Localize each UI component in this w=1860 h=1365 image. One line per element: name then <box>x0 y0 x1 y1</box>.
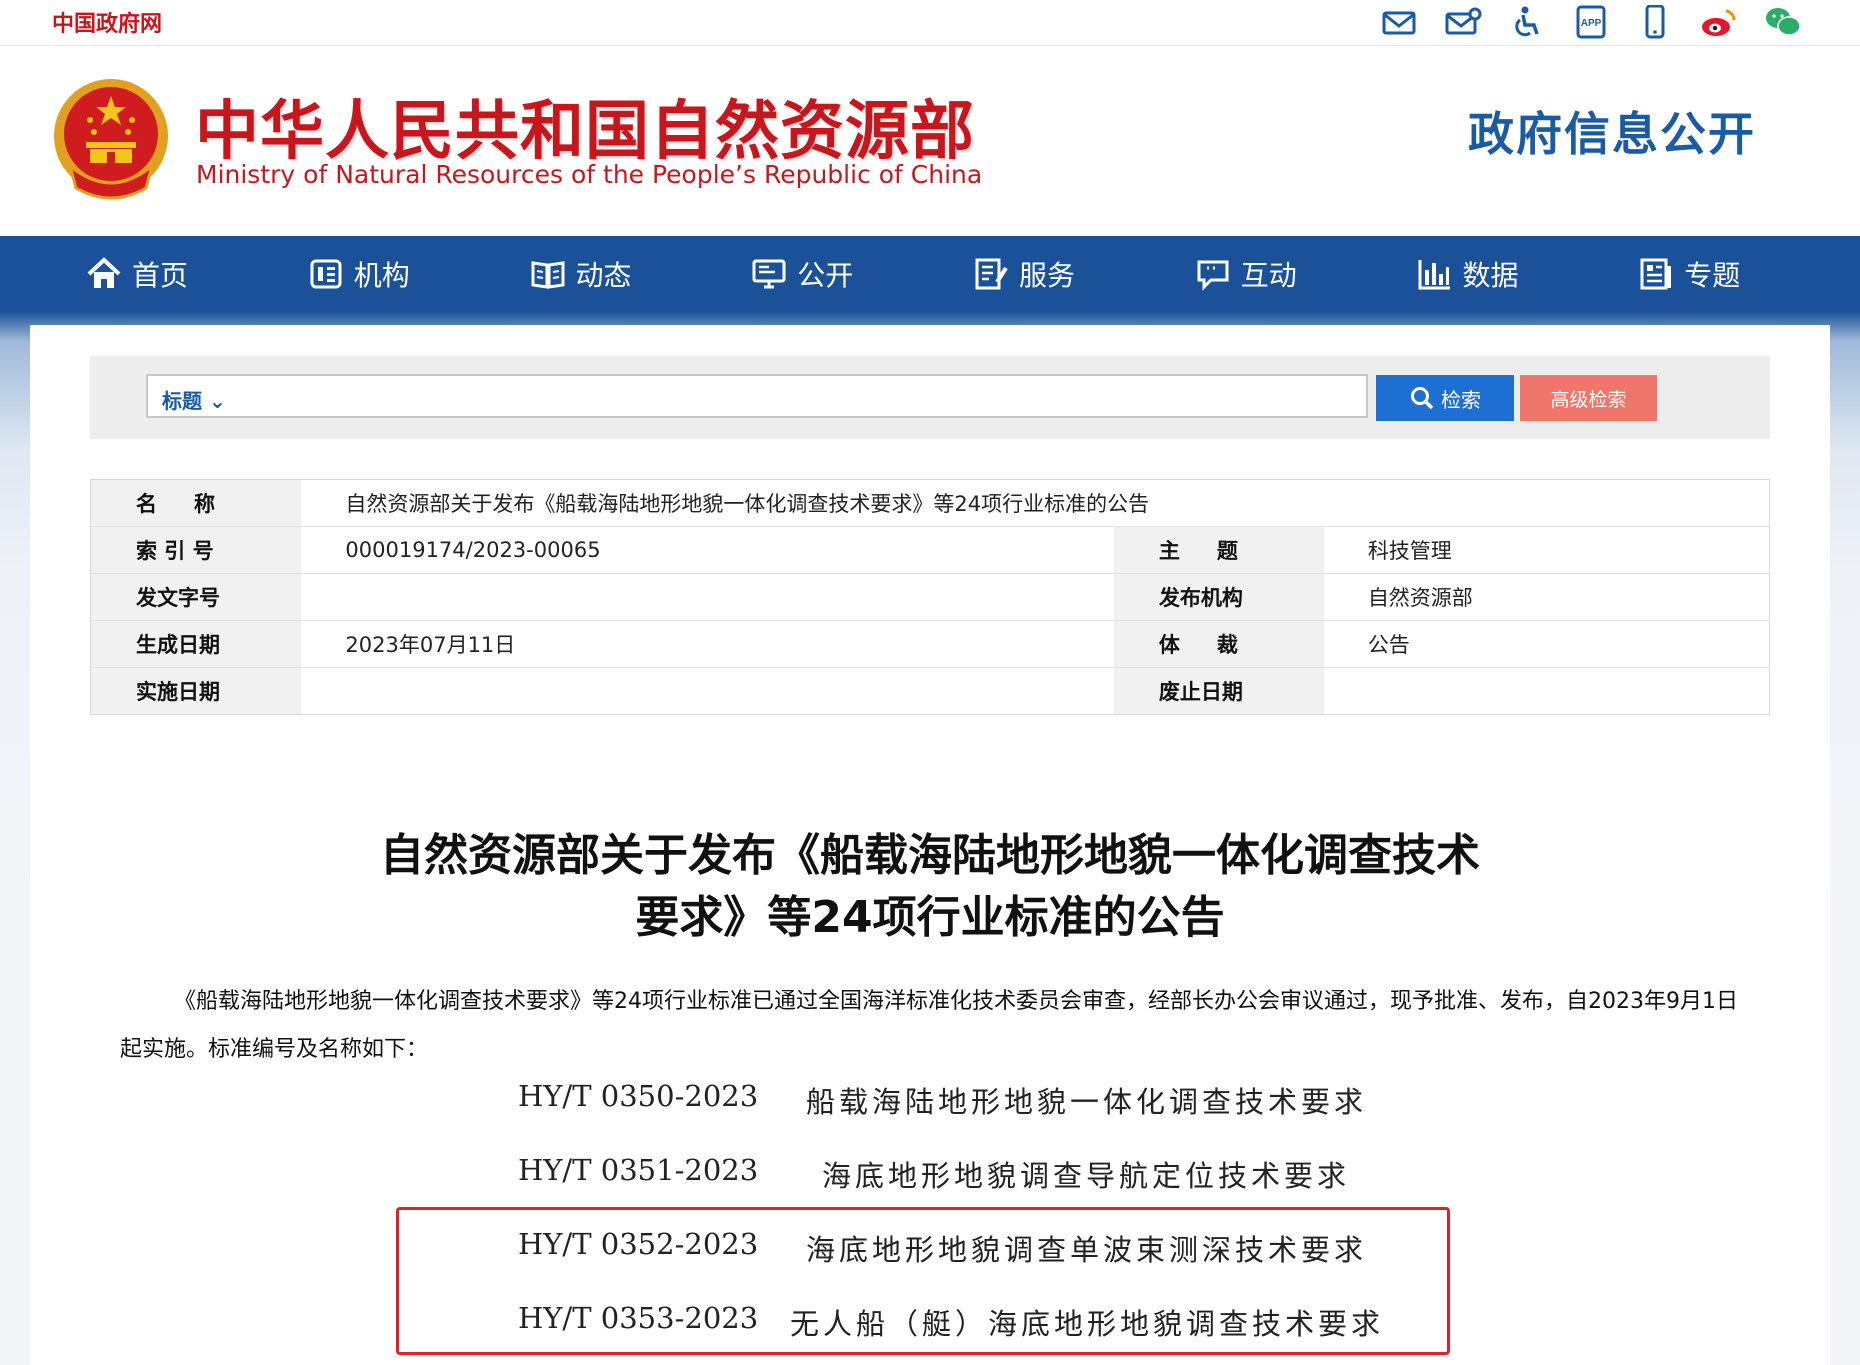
search-button[interactable]: 检索 <box>1376 375 1514 421</box>
nav-item-home[interactable]: 首页 <box>86 236 308 311</box>
nav-item-news[interactable]: 动态 <box>530 236 752 311</box>
advanced-search-button[interactable]: 高级检索 <box>1520 375 1657 421</box>
meta-label: 索 引 号 <box>90 526 302 574</box>
meta-value <box>1323 667 1770 715</box>
site-name-en: Ministry of Natural Resources of the Peo… <box>196 160 983 189</box>
standard-name: 海底地形地貌调查导航定位技术要求 <box>822 1159 1351 1193</box>
meta-label: 名 称 <box>90 479 302 527</box>
list-item: HY/T 0351-2023 海底地形地貌调查导航定位技术要求 <box>0 1143 1860 1203</box>
table-row: 索 引 号 000019174/2023-00065 主 题 科技管理 <box>90 526 1770 574</box>
top-bar: 中国政府网 APP <box>0 0 1860 46</box>
home-icon <box>87 256 121 288</box>
meta-value <box>301 573 1114 621</box>
meta-label: 主 题 <box>1113 526 1324 574</box>
monitor-icon <box>752 259 786 288</box>
nav-label: 首页 <box>132 258 189 292</box>
standard-code: HY/T 0350-2023 <box>518 1079 759 1113</box>
meta-label: 发布机构 <box>1113 573 1324 621</box>
article-title-line: 自然资源部关于发布《船载海陆地形地貌一体化调查技术 <box>380 830 1480 881</box>
article-title-line: 要求》等24项行业标准的公告 <box>635 892 1225 943</box>
site-name-cn: 中华人民共和国自然资源部 <box>195 95 975 169</box>
mail-settings-icon[interactable] <box>1444 5 1482 39</box>
mail-icon[interactable] <box>1380 5 1418 39</box>
meta-value: 自然资源部关于发布《船载海陆地形地貌一体化调查技术要求》等24项行业标准的公告 <box>301 479 1770 527</box>
list-item: HY/T 0350-2023 船载海陆地形地貌一体化调查技术要求 <box>0 1069 1860 1129</box>
nav-label: 互动 <box>1240 258 1297 292</box>
main-nav: 首页 机构 动态 公开 服务 互动 数据 专题 <box>0 236 1860 311</box>
search-box: 标题 ⌄ <box>146 374 1368 418</box>
meta-label: 废止日期 <box>1113 667 1324 715</box>
standard-code: HY/T 0351-2023 <box>518 1153 759 1187</box>
search-icon <box>1411 387 1434 410</box>
org-icon <box>310 259 342 288</box>
nav-label: 公开 <box>797 258 854 292</box>
meta-value: 科技管理 <box>1323 526 1770 574</box>
document-metadata-table: 名 称 自然资源部关于发布《船载海陆地形地貌一体化调查技术要求》等24项行业标准… <box>90 479 1770 715</box>
nav-label: 机构 <box>353 258 410 292</box>
nav-item-open[interactable]: 公开 <box>751 236 973 311</box>
weibo-icon[interactable] <box>1700 5 1738 39</box>
table-row: 生成日期 2023年07月11日 体 裁 公告 <box>90 620 1770 668</box>
search-scope-dropdown[interactable]: 标题 ⌄ <box>162 385 226 414</box>
section-title: 政府信息公开 <box>1468 107 1756 161</box>
gov-portal-link[interactable]: 中国政府网 <box>52 6 162 38</box>
search-area: 标题 ⌄ 检索 高级检索 <box>90 356 1770 439</box>
nav-item-data[interactable]: 数据 <box>1417 236 1639 311</box>
meta-label: 实施日期 <box>90 667 302 715</box>
svg-text:APP: APP <box>1581 18 1602 29</box>
topic-icon <box>1640 258 1672 289</box>
meta-value: 自然资源部 <box>1323 573 1770 621</box>
article-title: 自然资源部关于发布《船载海陆地形地貌一体化调查技术 要求》等24项行业标准的公告 <box>200 825 1660 949</box>
chat-icon <box>1197 260 1229 291</box>
nav-label: 数据 <box>1462 258 1519 292</box>
edit-icon <box>975 258 1008 289</box>
meta-value: 2023年07月11日 <box>301 620 1114 668</box>
meta-label: 体 裁 <box>1113 620 1324 668</box>
nav-label: 专题 <box>1684 258 1741 292</box>
article-intro: 《船载海陆地形地貌一体化调查技术要求》等24项行业标准已通过全国海洋标准化技术委… <box>120 989 1738 1062</box>
national-emblem-icon <box>54 79 168 200</box>
nav-label: 服务 <box>1019 258 1076 292</box>
nav-item-topics[interactable]: 专题 <box>1638 236 1860 311</box>
nav-item-interact[interactable]: 互动 <box>1195 236 1417 311</box>
highlight-box <box>396 1207 1450 1355</box>
standard-name: 船载海陆地形地貌一体化调查技术要求 <box>806 1085 1368 1119</box>
table-row: 实施日期 废止日期 <box>90 667 1770 715</box>
meta-label: 发文字号 <box>90 573 302 621</box>
wechat-icon[interactable] <box>1764 5 1802 39</box>
meta-label: 生成日期 <box>90 620 302 668</box>
app-icon[interactable]: APP <box>1572 5 1610 39</box>
book-icon <box>531 260 564 289</box>
mobile-icon[interactable] <box>1636 4 1674 39</box>
nav-item-service[interactable]: 服务 <box>973 236 1195 311</box>
meta-value <box>301 667 1114 715</box>
table-row: 名 称 自然资源部关于发布《船载海陆地形地貌一体化调查技术要求》等24项行业标准… <box>90 479 1770 527</box>
search-input[interactable] <box>248 380 1348 412</box>
table-row: 发文字号 发布机构 自然资源部 <box>90 573 1770 621</box>
site-header: 中华人民共和国自然资源部 Ministry of Natural Resourc… <box>0 46 1860 236</box>
meta-value: 000019174/2023-00065 <box>301 526 1114 574</box>
meta-value: 公告 <box>1323 620 1770 668</box>
nav-label: 动态 <box>575 258 632 292</box>
nav-item-org[interactable]: 机构 <box>308 236 530 311</box>
top-icon-bar: APP <box>1380 2 1802 42</box>
accessibility-icon[interactable] <box>1508 5 1546 39</box>
chart-icon <box>1418 259 1450 289</box>
